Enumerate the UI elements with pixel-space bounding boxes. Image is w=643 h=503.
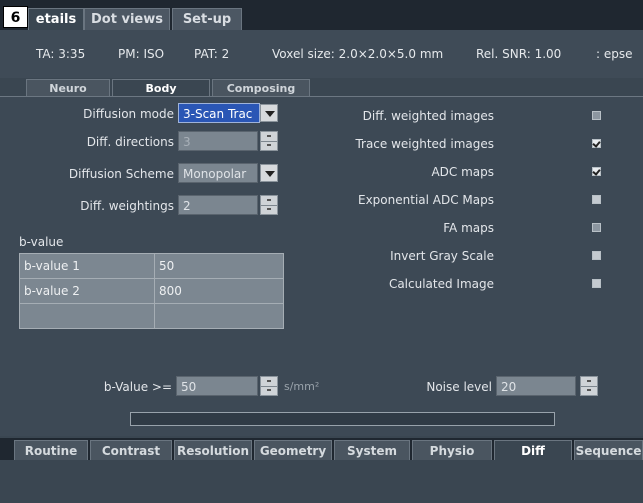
- noise-level-field[interactable]: 20: [496, 376, 576, 396]
- tab-details[interactable]: etails: [28, 8, 84, 30]
- tab-sequence[interactable]: Sequence: [574, 440, 643, 460]
- tab-dot-views[interactable]: Dot views: [84, 8, 170, 30]
- table-row[interactable]: b-value 2 800: [20, 279, 283, 304]
- voxel-size: Voxel size: 2.0×2.0×5.0 mm: [272, 47, 444, 61]
- noise-level-stepper[interactable]: [580, 376, 598, 396]
- bvalue-threshold-stepper[interactable]: [260, 376, 278, 396]
- diffusion-mode-label: Diffusion mode: [83, 107, 174, 121]
- bvalue-table: b-value 1 50 b-value 2 800: [19, 253, 284, 329]
- exponential-adc-maps-label: Exponential ADC Maps: [358, 193, 494, 207]
- table-row[interactable]: [20, 304, 283, 329]
- diffusion-scheme-label: Diffusion Scheme: [68, 167, 174, 181]
- invert-gray-scale-checkbox[interactable]: [592, 251, 601, 260]
- diffusion-mode-select[interactable]: 3-Scan Trac: [178, 103, 260, 123]
- tab-physio[interactable]: Physio: [412, 440, 492, 460]
- patient-mode: PM: ISO: [118, 47, 165, 61]
- diff-weighted-images-checkbox[interactable]: [592, 111, 601, 120]
- adc-maps-label: ADC maps: [431, 165, 494, 179]
- diff-weighted-images-label: Diff. weighted images: [362, 109, 494, 123]
- tab-set-up[interactable]: Set-up: [172, 8, 242, 30]
- pat-factor: PAT: 2: [194, 47, 230, 61]
- diff-weightings-field[interactable]: 2: [178, 195, 258, 215]
- protocol-window: etails Dot views Set-up 6 TA: 3:35 PM: I…: [0, 0, 643, 503]
- table-divider: [154, 254, 155, 328]
- bvalue-threshold-field[interactable]: 50: [176, 376, 258, 396]
- bottom-tab-bar: Routine Contrast Resolution Geometry Sys…: [0, 438, 643, 460]
- tab-system[interactable]: System: [334, 440, 410, 460]
- tab-routine[interactable]: Routine: [14, 440, 88, 460]
- tab-contrast[interactable]: Contrast: [90, 440, 172, 460]
- invert-gray-scale-label: Invert Gray Scale: [390, 249, 494, 263]
- bvalue-threshold-label: b-Value >=: [103, 380, 172, 394]
- diff-weightings-label: Diff. weightings: [80, 199, 174, 213]
- diffusion-scheme-select[interactable]: Monopolar: [178, 163, 258, 183]
- bvalue-name-cell: b-value 1: [24, 259, 80, 273]
- exponential-adc-maps-checkbox[interactable]: [592, 195, 601, 204]
- footer-area: [0, 460, 643, 503]
- table-row[interactable]: b-value 1 50: [20, 254, 283, 279]
- adc-maps-checkbox[interactable]: [592, 167, 601, 176]
- bvalue-name-cell: [20, 304, 24, 328]
- subtab-neuro[interactable]: Neuro: [26, 79, 110, 97]
- relative-snr: Rel. SNR: 1.00: [476, 47, 562, 61]
- diff-weightings-stepper[interactable]: [260, 195, 278, 215]
- fa-maps-checkbox[interactable]: [592, 223, 601, 232]
- bvalue-unit: s/mm²: [284, 380, 320, 393]
- figure-number-badge: 6: [3, 6, 28, 28]
- subtab-composing[interactable]: Composing: [212, 79, 310, 97]
- bvalue-value-cell[interactable]: 50: [155, 254, 174, 278]
- chevron-down-icon[interactable]: [260, 104, 278, 122]
- diff-directions-stepper[interactable]: [260, 131, 278, 151]
- sequence-name: : epse: [596, 47, 633, 61]
- scan-info-bar: TA: 3:35 PM: ISO PAT: 2 Voxel size: 2.0×…: [0, 30, 643, 78]
- subtab-body[interactable]: Body: [112, 79, 210, 97]
- tab-diff[interactable]: Diff: [494, 440, 572, 460]
- bvalue-name-cell: b-value 2: [24, 284, 80, 298]
- progress-bar: [130, 412, 555, 426]
- trace-weighted-images-checkbox[interactable]: [592, 139, 601, 148]
- bvalue-value-cell[interactable]: 800: [155, 279, 182, 303]
- tab-geometry[interactable]: Geometry: [254, 440, 332, 460]
- acquisition-time: TA: 3:35: [36, 47, 86, 61]
- noise-level-label: Noise level: [426, 380, 492, 394]
- diff-directions-field[interactable]: 3: [178, 131, 258, 151]
- top-tab-bar: etails Dot views Set-up 6: [0, 0, 643, 30]
- bvalue-header: b-value: [19, 235, 64, 249]
- calculated-image-label: Calculated Image: [388, 277, 494, 291]
- tab-resolution[interactable]: Resolution: [174, 440, 252, 460]
- calculated-image-checkbox[interactable]: [592, 279, 601, 288]
- fa-maps-label: FA maps: [443, 221, 494, 235]
- bvalue-value-cell[interactable]: [155, 304, 159, 328]
- trace-weighted-images-label: Trace weighted images: [355, 137, 494, 151]
- chevron-down-icon[interactable]: [260, 164, 278, 182]
- diff-directions-label: Diff. directions: [86, 135, 174, 149]
